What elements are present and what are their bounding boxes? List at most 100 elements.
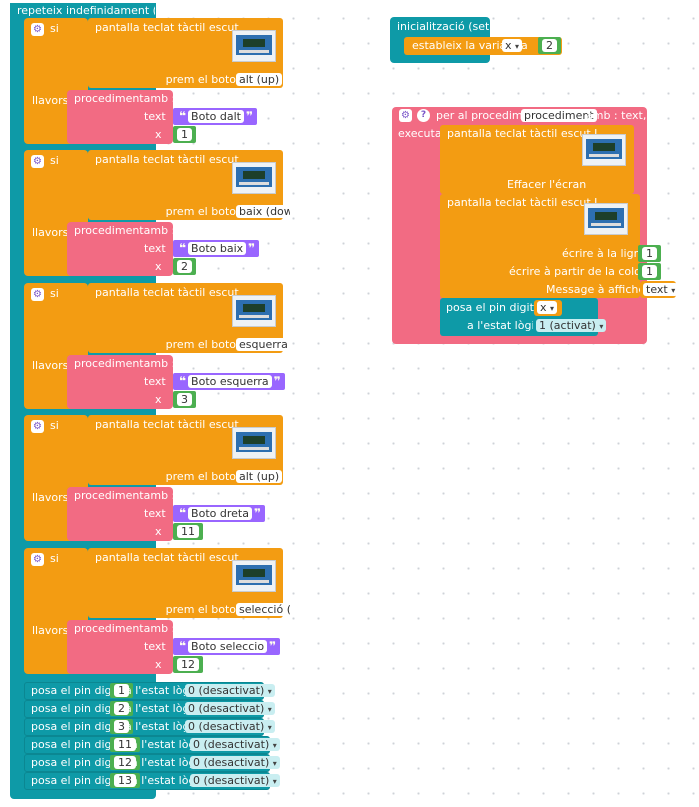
lcd-col-value-block[interactable]: 1: [638, 263, 661, 280]
if-label: si: [50, 154, 59, 167]
text-string-block[interactable]: ❝ Boto seleccio ❞: [173, 638, 281, 655]
dropdown-arrow-icon: ▾: [599, 322, 604, 331]
pin-label: posa el pin digital: [31, 774, 111, 787]
x-arg-label: x: [155, 393, 162, 406]
button-dropdown[interactable]: selecció (select): [236, 603, 290, 616]
button-dropdown[interactable]: baix (down): [236, 205, 290, 218]
if-label: si: [50, 552, 59, 565]
state-dropdown[interactable]: 0 (desactivat) ▾: [185, 684, 275, 697]
proc-pin-label: posa el pin digital: [446, 301, 535, 314]
setup-variable-field[interactable]: x ▾: [502, 39, 523, 52]
if-label: si: [50, 419, 59, 432]
lcd-msg-label: Message à afficher: [546, 283, 650, 296]
text-string-value[interactable]: Boto dalt: [188, 110, 244, 123]
pressed-label: prem el boto: [165, 338, 236, 351]
lcd-shield-image: [232, 560, 276, 592]
gear-icon[interactable]: ⚙: [399, 109, 412, 122]
proc-state-label: a l'estat lògic: [467, 319, 533, 332]
dropdown-arrow-icon: ▾: [272, 741, 277, 750]
x-arg-label: x: [155, 128, 162, 141]
state-dropdown[interactable]: 0 (desactivat) ▾: [185, 720, 275, 733]
lcd-button-title: pantalla teclat tàctil escut LCD: [95, 286, 243, 299]
setup-to-label: a: [521, 39, 528, 52]
text-string-block[interactable]: ❝ Boto baix ❞: [173, 240, 260, 257]
x-number-block[interactable]: 1: [173, 126, 196, 143]
x-number-block[interactable]: 12: [173, 656, 203, 673]
if-label: si: [50, 287, 59, 300]
lcd-col-value[interactable]: 1: [642, 265, 657, 278]
dropdown-arrow-icon: ▾: [550, 304, 555, 313]
proc-pin-var[interactable]: x ▾: [537, 301, 558, 314]
setup-value-block[interactable]: 2: [538, 37, 561, 54]
pressed-label: prem el boto: [165, 205, 236, 218]
text-string-block[interactable]: ❝ Boto dalt ❞: [173, 108, 258, 125]
then-label: llavors: [32, 226, 69, 239]
state-dropdown[interactable]: 0 (desactivat) ▾: [190, 738, 280, 751]
set-variable-label: estableix la variable: [412, 39, 504, 52]
lcd-clear-title: pantalla teclat tàctil escut LCD: [447, 127, 597, 140]
text-arg-label: text: [144, 110, 166, 123]
text-string-value[interactable]: Boto dreta: [188, 507, 252, 520]
button-dropdown[interactable]: alt (up): [236, 73, 283, 86]
state-dropdown[interactable]: 0 (desactivat) ▾: [190, 774, 280, 787]
proc-state-dropdown[interactable]: 1 (activat) ▾: [536, 319, 607, 332]
help-icon[interactable]: ?: [417, 109, 430, 122]
x-number-value[interactable]: 1: [177, 128, 192, 141]
x-number-value[interactable]: 3: [177, 393, 192, 406]
lcd-button-title: pantalla teclat tàctil escut LCD: [95, 418, 243, 431]
lcd-shield-image: [232, 295, 276, 327]
button-dropdown[interactable]: alt (up): [236, 470, 283, 483]
pressed-label: prem el boto: [165, 470, 236, 483]
lcd-clear-label: Effacer l'écran: [507, 178, 587, 191]
proc-call-label: procedimentamb :: [74, 489, 176, 502]
x-number-value[interactable]: 12: [177, 658, 199, 671]
gear-icon[interactable]: ⚙: [31, 23, 44, 36]
text-arg-label: text: [144, 640, 166, 653]
dropdown-arrow-icon: ▾: [267, 687, 272, 696]
gear-icon[interactable]: ⚙: [31, 420, 44, 433]
text-string-value[interactable]: Boto seleccio: [188, 640, 268, 653]
lcd-shield-image: [584, 203, 628, 235]
dropdown-arrow-icon: ▾: [267, 705, 272, 714]
if-label: si: [50, 22, 59, 35]
x-arg-label: x: [155, 658, 162, 671]
proc-call-label: procedimentamb :: [74, 92, 176, 105]
lcd-shield-image: [582, 134, 626, 166]
pressed-label: prem el boto: [165, 603, 236, 616]
lcd-button-title: pantalla teclat tàctil escut LCD: [95, 551, 243, 564]
x-number-value[interactable]: 11: [177, 525, 199, 538]
proc-call-label: procedimentamb :: [74, 357, 176, 370]
lcd-shield-image: [232, 30, 276, 62]
setup-title: inicialització (setup: [397, 20, 489, 33]
gear-icon[interactable]: ⚙: [31, 553, 44, 566]
proc-call-label: procedimentamb :: [74, 622, 176, 635]
pin-label: posa el pin digital: [31, 702, 111, 715]
text-string-block[interactable]: ❝ Boto esquerra ❞: [173, 373, 285, 390]
lcd-button-title: pantalla teclat tàctil escut LCD: [95, 153, 243, 166]
x-number-block[interactable]: 11: [173, 523, 203, 540]
x-number-block[interactable]: 2: [173, 258, 196, 275]
state-label: a l'estat lògic: [125, 720, 185, 733]
lcd-shield-image: [232, 427, 276, 459]
x-number-value[interactable]: 2: [177, 260, 192, 273]
pressed-label: prem el boto: [165, 73, 236, 86]
lcd-line-value-block[interactable]: 1: [638, 245, 661, 262]
lcd-line-value[interactable]: 1: [642, 247, 657, 260]
lcd-msg-var[interactable]: text ▾: [643, 283, 679, 296]
state-dropdown[interactable]: 0 (desactivat) ▾: [190, 756, 280, 769]
gear-icon[interactable]: ⚙: [31, 155, 44, 168]
text-string-value[interactable]: Boto baix: [188, 242, 247, 255]
setup-value[interactable]: 2: [542, 39, 557, 52]
text-string-block[interactable]: ❝ Boto dreta ❞: [173, 505, 265, 522]
state-label: a l'estat lògic: [125, 684, 185, 697]
gear-icon[interactable]: ⚙: [31, 288, 44, 301]
procedure-header-prefix: per al procedime: [436, 109, 522, 122]
lcd-shield-image: [232, 162, 276, 194]
x-number-block[interactable]: 3: [173, 391, 196, 408]
button-dropdown[interactable]: esquerra (left): [236, 338, 290, 351]
state-label: a l'estat lògic: [131, 774, 191, 787]
state-dropdown[interactable]: 0 (desactivat) ▾: [185, 702, 275, 715]
then-label: llavors: [32, 491, 69, 504]
state-label: a l'estat lògic: [125, 702, 185, 715]
text-string-value[interactable]: Boto esquerra: [188, 375, 272, 388]
